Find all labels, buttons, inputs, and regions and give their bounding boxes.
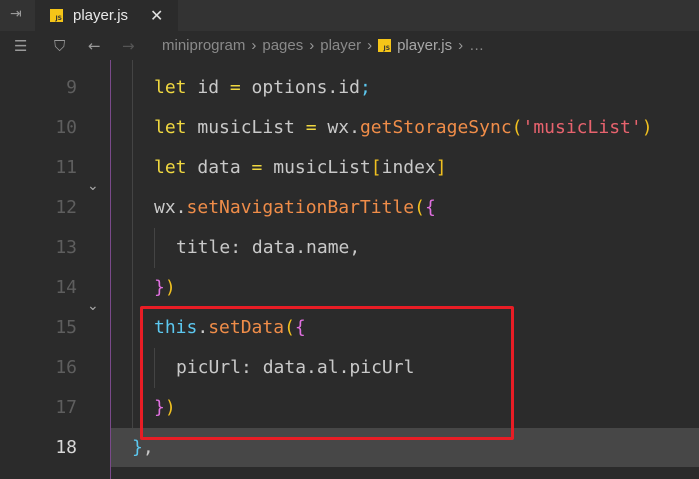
breadcrumb-item[interactable]: miniprogram [162,37,245,54]
chevron-right-icon: › [309,37,315,54]
line-number: 14 [55,277,77,298]
line-number: 13 [55,237,77,258]
code-token: musicList [262,157,371,178]
list-icon[interactable]: ☰ [14,37,27,55]
tab-bar: ⇥ JS player.js ✕ [0,0,699,31]
code-token: = [305,117,317,138]
code-line[interactable]: 12 ⌄ wx.setNavigationBarTitle({ [0,178,699,228]
code-line[interactable]: 11 let data = musicList[index] [0,148,699,188]
code-token: } [132,437,143,458]
code-token: ) [641,117,653,138]
code-text: let id = options.id; [154,68,371,108]
breadcrumb-more[interactable]: … [469,37,484,54]
fold-chevron-icon[interactable]: ⌄ [87,178,99,194]
chevron-right-icon: › [458,37,464,54]
code-token: ; [359,77,371,98]
code-line[interactable]: 10 let musicList = wx.getStorageSync('mus… [0,108,699,148]
code-token: = [229,77,241,98]
line-number: 9 [66,77,77,98]
code-token: id [186,77,230,98]
code-token: let [154,117,187,138]
code-token: musicList [186,117,306,138]
code-token: ) [164,277,176,298]
code-token: let [154,157,187,178]
code-line[interactable]: 13 title: data.name, [0,228,699,268]
breadcrumb-item[interactable]: pages [262,37,303,54]
code-text: }) [154,268,176,308]
line-number: 16 [55,357,77,378]
code-token: let [154,77,187,98]
forward-arrow-icon[interactable]: → [122,37,135,55]
breadcrumb-bar: ☰ ⛉ ← → miniprogram › pages › player › J… [0,31,699,60]
js-file-icon: JS [50,9,63,22]
code-token: options.id [240,77,360,98]
code-token: wx. [316,117,360,138]
code-text: let data = musicList[index] [154,148,447,188]
close-tab-icon[interactable]: ✕ [150,6,163,25]
code-token: { [424,197,436,218]
code-token: setNavigationBarTitle [186,197,415,218]
line-number: 10 [55,117,77,138]
code-token: index [381,157,436,178]
code-token: ] [435,157,447,178]
breadcrumb: miniprogram › pages › player › JS player… [162,37,484,54]
line-number: 18 [55,437,77,458]
code-token: title [176,237,231,258]
line-number: 17 [55,397,77,418]
breadcrumb-file[interactable]: player.js [397,37,452,54]
line-number: 12 [55,197,77,218]
line-number: 11 [55,157,77,178]
code-token: [ [370,157,382,178]
code-token: , [142,437,154,458]
code-token: ( [414,197,425,218]
code-token: } [154,277,165,298]
code-token: : data.name, [230,237,361,258]
code-token: getStorageSync [359,117,512,138]
code-token: = [251,157,263,178]
tab-label: player.js [73,7,129,24]
code-line[interactable]: 9 let id = options.id; [0,68,699,108]
code-line[interactable]: 14}) [0,268,699,308]
toggle-sidebar-icon[interactable]: ⇥ [10,6,32,26]
code-token: data [186,157,252,178]
code-text: title: data.name, [176,228,360,268]
code-text: let musicList = wx.getStorageSync('music… [154,108,653,148]
code-text: wx.setNavigationBarTitle({ [154,188,436,228]
code-token: ( [511,117,523,138]
chevron-right-icon: › [251,37,257,54]
back-arrow-icon[interactable]: ← [88,37,101,55]
js-file-icon: JS [378,39,392,52]
bookmark-icon[interactable]: ⛉ [54,37,65,55]
breadcrumb-item[interactable]: player [320,37,361,54]
fold-chevron-icon[interactable]: ⌄ [87,298,99,314]
annotation-highlight-box [140,306,514,440]
tab-player-js[interactable]: JS player.js ✕ [35,0,178,31]
line-number: 15 [55,317,77,338]
code-token: wx. [154,197,187,218]
code-token: 'musicList' [522,117,642,138]
chevron-right-icon: › [367,37,373,54]
